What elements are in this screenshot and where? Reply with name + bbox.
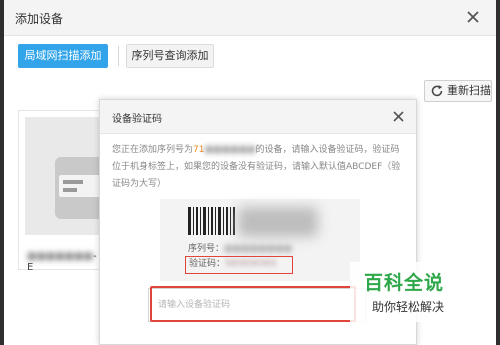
verification-dialog-title: 设备验证码 <box>112 114 162 125</box>
verification-dialog-header: 设备验证码 <box>100 100 416 134</box>
close-icon[interactable] <box>391 109 406 124</box>
device-illustration <box>25 117 105 235</box>
tab-divider <box>118 46 119 66</box>
rescan-button[interactable]: 重新扫描 <box>424 80 492 102</box>
device-label-image: 序列号：■■■■■■■■ 验证码：585656565 <box>160 199 360 281</box>
screen: 添加设备 局域网扫描添加 序列号查询添加 重新扫描 ■■■■■■■-E 设备验证… <box>0 0 500 345</box>
device-image <box>25 117 105 235</box>
watermark-title: 百科全说 <box>364 272 445 294</box>
watermark: 百科全说 助你轻松解决 <box>350 262 466 322</box>
label-code-highlight: 验证码：585656565 <box>185 256 293 274</box>
dialog-title: 添加设备 <box>15 12 64 26</box>
dialog-header: 添加设备 <box>4 0 496 36</box>
watermark-subtitle: 助你轻松解决 <box>372 300 445 314</box>
label-serial-row: 序列号：■■■■■■■■ <box>188 244 293 254</box>
barcode-blur <box>238 207 318 237</box>
tab-lan-scan[interactable]: 局域网扫描添加 <box>18 44 108 68</box>
rescan-label: 重新扫描 <box>447 84 491 97</box>
device-card[interactable]: ■■■■■■■-E <box>18 110 105 273</box>
verification-description: 您正在添加序列号为71■■■■■■的设备，请输入设备验证码，验证码位于机身标签上… <box>112 145 401 189</box>
refresh-icon <box>431 85 443 97</box>
tab-serial-query[interactable]: 序列号查询添加 <box>126 44 214 68</box>
background-strip-right <box>496 0 500 345</box>
close-icon[interactable] <box>464 8 482 26</box>
input-highlight-frame <box>150 286 356 322</box>
device-name: ■■■■■■■-E <box>27 251 97 273</box>
